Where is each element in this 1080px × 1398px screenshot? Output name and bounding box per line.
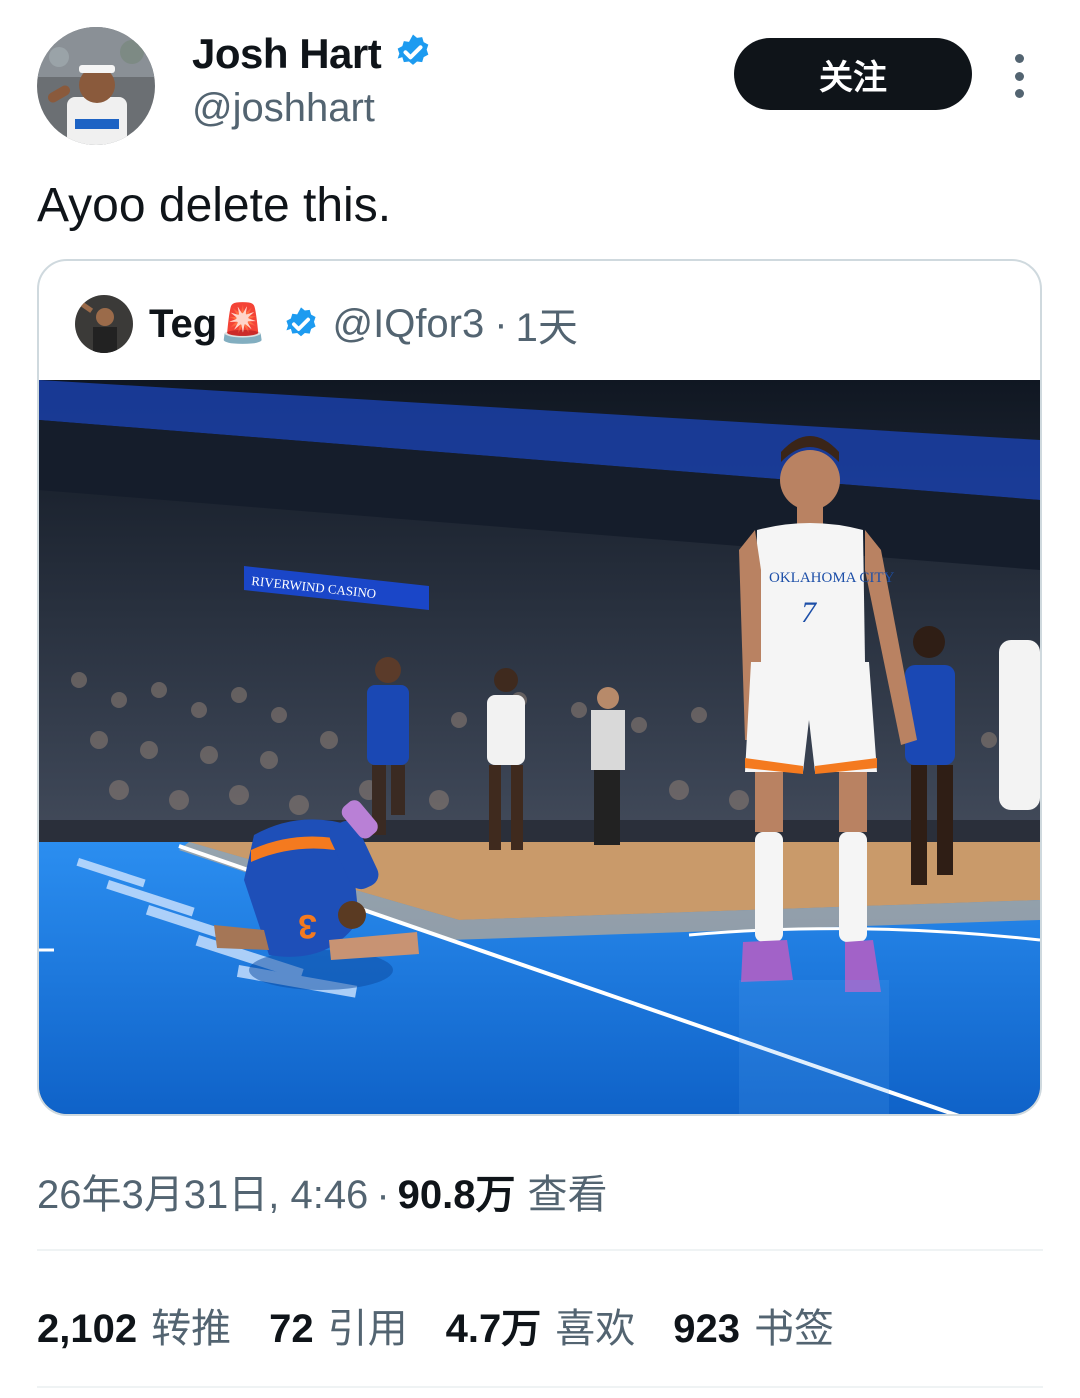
verified-badge-icon	[393, 32, 433, 77]
quoted-media-image[interactable]: RIVERWIND CASINO OKLAHOMA CITY 7 3	[39, 380, 1040, 1116]
follow-button[interactable]: 关注	[734, 38, 972, 110]
stat-likes[interactable]: 4.7万 喜欢	[446, 1296, 636, 1354]
author-avatar[interactable]	[37, 27, 155, 145]
siren-emoji: 🚨	[219, 303, 267, 345]
stat-quotes[interactable]: 72 引用	[269, 1296, 408, 1354]
tweet-timestamp[interactable]: 26年3月31日, 4:46	[37, 1162, 368, 1220]
quoted-age: 1天	[515, 306, 578, 350]
more-options-icon[interactable]	[1004, 54, 1034, 98]
jersey-white-number: 7	[801, 596, 818, 629]
jersey-white-team: OKLAHOMA CITY	[769, 570, 895, 586]
tweet-meta: 26年3月31日, 4:46 · 90.8万 查看	[37, 1162, 608, 1220]
quoted-avatar[interactable]	[75, 295, 133, 353]
tweet-text: Ayoo delete this.	[37, 179, 392, 232]
engagement-stats: 2,102 转推 72 引用 4.7万 喜欢 923 书签	[37, 1296, 872, 1354]
quoted-verified-badge-icon	[282, 305, 320, 343]
author-handle[interactable]: @joshhart	[192, 86, 375, 131]
author-name[interactable]: Josh Hart	[192, 30, 382, 78]
meta-separator: ·	[376, 1173, 390, 1217]
quoted-separator: ·	[494, 301, 508, 346]
quoted-tweet-card[interactable]: Teg 🚨 @IQfor3 · 1天 RIVERWIND CASINO OKLA…	[37, 259, 1042, 1116]
jersey-blue-number: 3	[298, 907, 317, 945]
quoted-author-handle[interactable]: @IQfor3	[332, 302, 484, 347]
stat-retweets[interactable]: 2,102 转推	[37, 1296, 231, 1354]
divider-bottom	[37, 1386, 1043, 1388]
stat-bookmarks[interactable]: 923 书签	[673, 1296, 834, 1354]
view-count: 90.8万	[397, 1173, 516, 1217]
view-label: 查看	[527, 1173, 608, 1217]
divider-top	[37, 1249, 1043, 1251]
quoted-author-name[interactable]: Teg	[149, 302, 217, 347]
